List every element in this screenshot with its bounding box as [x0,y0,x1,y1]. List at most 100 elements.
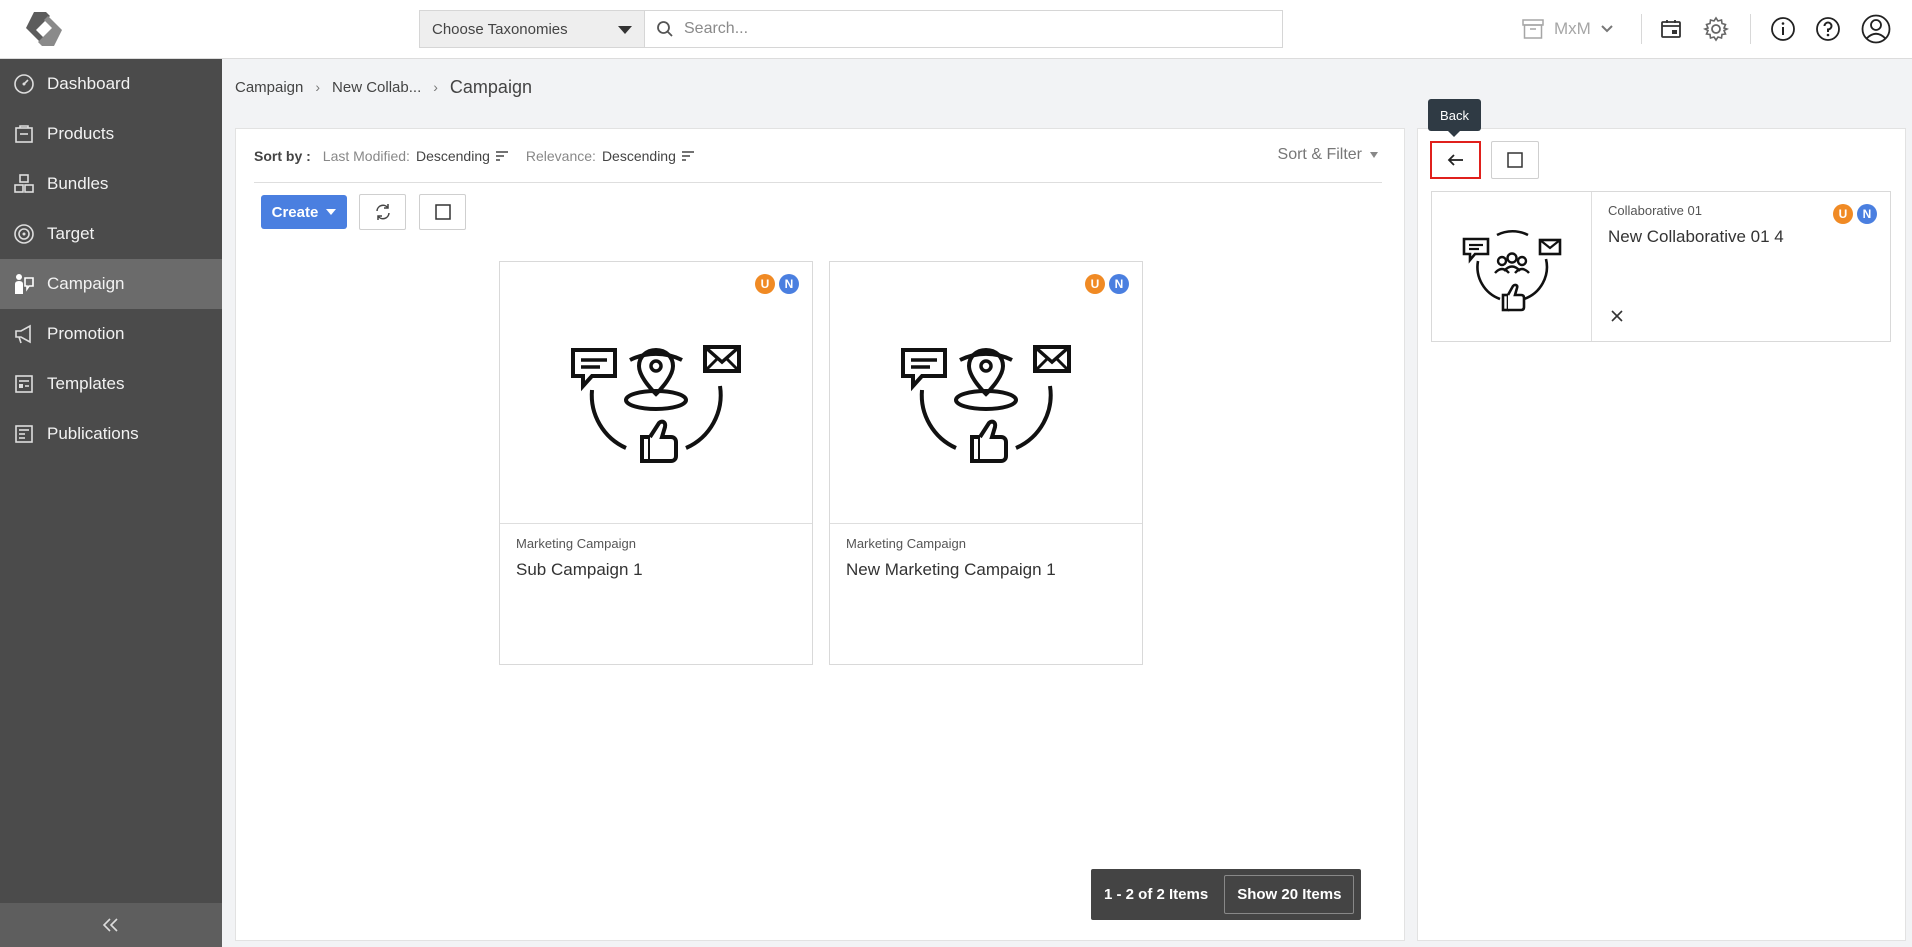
checkbox-icon [434,204,451,220]
cart-calendar-icon[interactable] [1654,12,1688,46]
search-icon [657,21,673,37]
collaborative-icon [1462,229,1561,311]
back-tooltip: Back [1428,99,1481,137]
divider [1641,14,1642,44]
main-panel: Sort by : Last Modified: Descending Rele… [235,128,1405,941]
refresh-icon [375,204,390,220]
card-type: Marketing Campaign [516,536,636,551]
status-badge-n: N [1857,204,1877,224]
sort-filter-label: Sort & Filter [1277,146,1362,163]
publications-icon [0,423,46,445]
status-badge-u: U [1085,274,1105,294]
collapse-sidebar-button[interactable] [0,903,222,947]
breadcrumb-separator-icon: › [433,79,438,95]
caret-down-icon [1370,152,1378,158]
pagination-range: 1 - 2 of 2 Items [1104,886,1209,903]
search-input[interactable] [684,20,1244,38]
back-button[interactable] [1430,141,1481,179]
caret-down-icon [326,209,337,215]
user-avatar-icon[interactable] [1859,12,1893,46]
pagination-bar: 1 - 2 of 2 Items Show 20 Items [1091,869,1362,920]
sort-value: Descending [601,147,676,164]
sidebar: Dashboard Products Bundles Target Campai… [0,59,222,947]
dashboard-icon [0,73,46,95]
refresh-button[interactable] [359,194,406,230]
status-badge-u: U [1833,204,1853,224]
card-thumbnail [500,262,812,524]
breadcrumb: Campaign › New Collab... › Campaign [235,76,532,98]
sidebar-item-label: Campaign [47,274,125,293]
page-size-button[interactable]: Show 20 Items [1224,875,1355,914]
sort-descending-icon [495,150,508,161]
archive-box-icon [1522,19,1544,39]
search-box [644,10,1283,48]
sort-relevance[interactable]: Relevance: Descending [526,148,694,164]
select-all-checkbox[interactable] [419,194,466,230]
sidebar-item-target[interactable]: Target [0,209,222,259]
sidebar-item-products[interactable]: Products [0,109,222,159]
sidebar-item-label: Templates [47,374,125,393]
sort-filter-toggle[interactable]: Sort & Filter [1278,146,1378,164]
sidebar-item-campaign[interactable]: Campaign [0,259,222,309]
status-badge-n: N [779,274,799,294]
card-title: Sub Campaign 1 [516,560,643,579]
close-icon[interactable] [1607,306,1627,326]
sidebar-item-promotion[interactable]: Promotion [0,309,222,359]
sort-key: Relevance: [525,147,596,164]
double-chevron-left-icon [102,918,118,932]
breadcrumb-item[interactable]: New Collab... [332,79,421,96]
status-badges: U N [1833,204,1877,224]
target-icon [0,223,46,245]
workspace-selector[interactable]: MxM [1521,14,1614,44]
sidebar-item-bundles[interactable]: Bundles [0,159,222,209]
sidebar-item-dashboard[interactable]: Dashboard [0,59,222,109]
status-badges: U N [1085,274,1129,294]
sort-key: Last Modified: [322,147,410,164]
status-badges: U N [755,274,799,294]
card-title: New Marketing Campaign 1 [846,560,1056,579]
card-thumbnail [1432,192,1592,341]
campaign-card[interactable]: U N Marketing Campaign New Marketing Cam… [829,261,1143,665]
sort-bar: Sort by : Last Modified: Descending Rele… [254,129,1382,183]
campaign-card[interactable]: U N Marketing Campaign Sub Campaign 1 [499,261,813,665]
marketing-campaign-icon [571,344,741,463]
select-checkbox[interactable] [1491,141,1539,179]
sort-by-label: Sort by : [254,147,311,164]
chevron-down-icon [1601,25,1613,33]
breadcrumb-item[interactable]: Campaign [235,79,303,96]
megaphone-icon [0,323,46,345]
campaign-icon [0,272,46,296]
sidebar-item-templates[interactable]: Templates [0,359,222,409]
create-button-label: Create [271,203,319,221]
bundles-icon [0,173,46,195]
sidebar-item-label: Bundles [47,174,109,193]
sidebar-item-label: Target [47,224,95,243]
divider [1750,14,1751,44]
info-icon[interactable] [1766,12,1800,46]
card-thumbnail [830,262,1142,524]
arrow-left-icon [1447,154,1463,166]
sidebar-item-label: Products [47,124,115,143]
app-logo-icon[interactable] [20,8,68,50]
status-badge-u: U [755,274,775,294]
card-type: Collaborative 01 [1608,203,1702,218]
collaborative-card[interactable]: U N Collaborative 01 New Collaborative 0… [1431,191,1891,342]
workspace-label: MxM [1554,19,1591,38]
marketing-campaign-icon [901,344,1071,463]
sort-last-modified[interactable]: Last Modified: Descending [323,148,508,164]
card-title: New Collaborative 01 4 [1608,227,1784,246]
help-icon[interactable] [1811,12,1845,46]
templates-icon [0,373,46,395]
sidebar-item-publications[interactable]: Publications [0,409,222,459]
chevron-down-icon [618,26,632,34]
sort-value: Descending [415,147,490,164]
sidebar-item-label: Publications [47,424,139,443]
breadcrumb-current: Campaign [449,76,532,97]
status-badge-n: N [1109,274,1129,294]
create-button[interactable]: Create [261,195,347,229]
settings-gear-icon[interactable] [1699,12,1733,46]
breadcrumb-separator-icon: › [315,79,321,95]
sidebar-item-label: Dashboard [47,74,131,93]
products-icon [0,123,46,145]
taxonomy-select[interactable]: Choose Taxonomies [419,10,644,48]
